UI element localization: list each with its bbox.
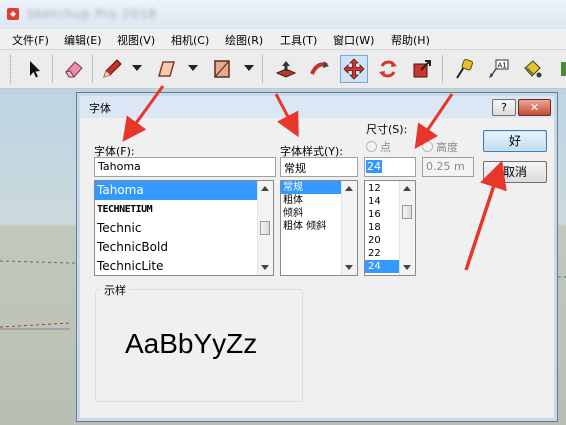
arrow-to-font-label [122,85,165,142]
arrow-to-ok-button [464,160,507,271]
annotation-arrows [122,85,507,271]
arrow-to-style-label [274,93,299,138]
arrow-to-size-field [414,93,454,149]
